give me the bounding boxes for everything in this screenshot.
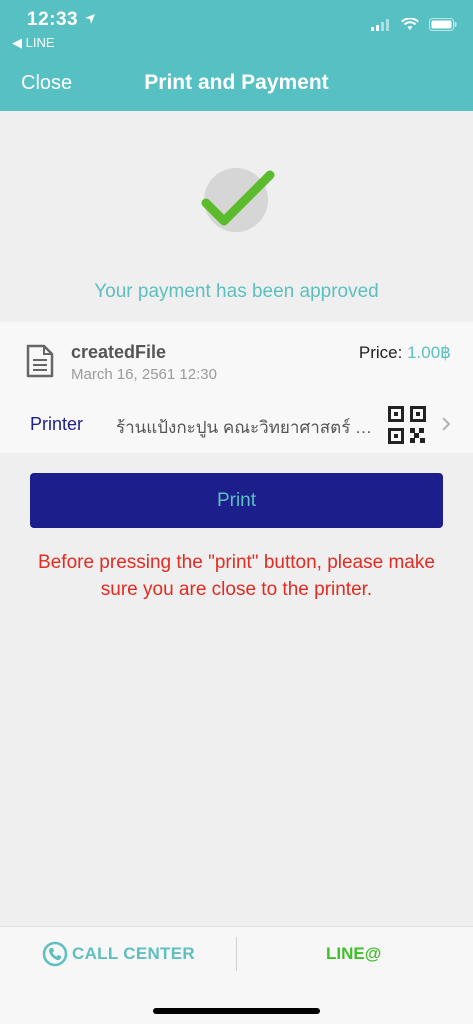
phone-icon (42, 941, 68, 967)
success-checkmark-icon (200, 165, 280, 235)
printer-name: ร้านแป้งกะปูน คณะวิทยาศาสตร์ จุฬา (116, 418, 378, 437)
home-indicator[interactable] (153, 1008, 320, 1014)
line-at-button[interactable]: LINE@ (326, 944, 381, 964)
location-arrow-icon (85, 14, 95, 24)
price-label: Price: (358, 343, 403, 362)
price: Price: 1.00฿ (359, 343, 451, 363)
qr-code-icon[interactable] (388, 406, 426, 444)
bottom-divider (236, 937, 237, 971)
cellular-signal-icon (371, 18, 389, 31)
call-center-label: CALL CENTER (72, 944, 195, 963)
file-date: March 16, 2561 12:30 (71, 366, 217, 383)
battery-icon (429, 18, 457, 31)
print-button[interactable]: Print (30, 473, 443, 528)
page-title: Print and Payment (144, 71, 329, 94)
chevron-right-icon (442, 417, 451, 431)
status-time: 12:33 (27, 9, 79, 30)
wifi-icon (401, 18, 419, 30)
payment-approved-message: Your payment has been approved (94, 281, 379, 302)
back-app-label: LINE (25, 35, 55, 50)
back-triangle-icon: ◀ (12, 35, 22, 50)
printer-label: Printer (30, 414, 84, 434)
file-name: createdFile (71, 342, 167, 362)
bottom-bar: CALL CENTER LINE@ (0, 926, 473, 1024)
proximity-warning: Before pressing the "print" button, plea… (38, 552, 435, 600)
app-header: 12:33 ◀ LINE Close Print and Payment (0, 0, 473, 111)
call-center-button[interactable]: CALL CENTER (42, 941, 195, 967)
back-to-app-link[interactable]: ◀ LINE (12, 35, 55, 51)
order-info-card: createdFile March 16, 2561 12:30 Price: … (0, 322, 473, 453)
price-value: 1.00฿ (407, 343, 451, 362)
document-icon (26, 344, 54, 378)
status-indicators (371, 18, 457, 31)
printer-selector[interactable]: Printer ร้านแป้งกะปูน คณะวิทยาศาสตร์ จุฬ… (0, 398, 473, 452)
